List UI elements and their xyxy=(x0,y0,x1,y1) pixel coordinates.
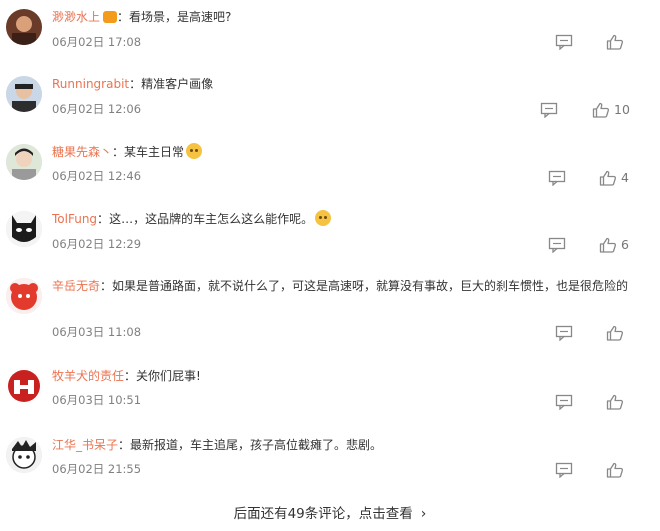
username-link[interactable]: Runningrabit xyxy=(52,77,129,91)
avatar[interactable] xyxy=(6,9,42,45)
comment-time: 06月03日 11:08 xyxy=(52,325,142,339)
comment-icon[interactable] xyxy=(548,237,566,253)
comment-time: 06月02日 21:55 xyxy=(52,462,142,476)
username-link[interactable]: 渺渺水上 xyxy=(52,10,100,24)
comment-icon[interactable] xyxy=(555,394,573,410)
avatar[interactable] xyxy=(6,278,42,314)
comment-line: 牧羊犬的责任：关你们屁事! xyxy=(52,369,201,383)
avatar[interactable] xyxy=(6,144,42,180)
laugh-cry-emoji-icon xyxy=(315,210,332,226)
comment-line: Runningrabit：精准客户画像 xyxy=(52,77,214,91)
comment-text: 关你们屁事! xyxy=(136,369,201,383)
username-link[interactable]: 糖果先森丶 xyxy=(52,145,112,159)
comment-line: 江华_书呆子：最新报道，车主追尾，孩子高位截瘫了。悲剧。 xyxy=(52,438,383,452)
thumbs-up-icon[interactable] xyxy=(606,325,624,341)
username-link[interactable]: 江华_书呆子 xyxy=(52,438,118,452)
username-link[interactable]: 辛岳无奇 xyxy=(52,279,100,293)
comment-time: 06月02日 12:29 xyxy=(52,237,142,251)
comment-line: 辛岳无奇：如果是普通路面，就不说什么了，可这是高速呀，就算没有事故，巨大的刹车惯… xyxy=(52,279,629,293)
comment-icon[interactable] xyxy=(548,170,566,186)
like-count: 4 xyxy=(621,170,629,185)
thumbs-up-icon[interactable] xyxy=(606,34,624,50)
comment-icon[interactable] xyxy=(555,325,573,341)
comment-line: TolFung：这…，这品牌的车主怎么这么能作呢。 xyxy=(52,210,332,228)
thumbs-up-icon[interactable] xyxy=(606,394,624,410)
username-link[interactable]: TolFung xyxy=(52,212,97,226)
avatar[interactable] xyxy=(6,211,42,247)
laugh-cry-emoji-icon xyxy=(186,143,203,159)
comment-line: 糖果先森丶：某车主日常 xyxy=(52,143,203,161)
thumbs-up-icon[interactable] xyxy=(606,462,624,478)
thumbs-up-icon[interactable] xyxy=(599,237,617,253)
chevron-right-icon: › xyxy=(420,506,427,522)
comment-time: 06月03日 10:51 xyxy=(52,393,142,407)
more-comments-link[interactable]: 后面还有49条评论，点击查看 › xyxy=(0,502,660,522)
avatar[interactable] xyxy=(6,437,42,473)
comment-text: 最新报道，车主追尾，孩子高位截瘫了。悲剧。 xyxy=(130,438,383,452)
comment-time: 06月02日 17:08 xyxy=(52,35,142,49)
comment-icon[interactable] xyxy=(555,462,573,478)
more-comments-label: 后面还有49条评论，点击查看 xyxy=(233,506,413,522)
thumbs-up-icon[interactable] xyxy=(599,170,617,186)
avatar[interactable] xyxy=(6,368,42,404)
comment-text: 某车主日常 xyxy=(124,145,185,159)
username-link[interactable]: 牧羊犬的责任 xyxy=(52,369,124,383)
avatar[interactable] xyxy=(6,76,42,112)
like-count: 10 xyxy=(614,102,630,117)
comment-time: 06月02日 12:46 xyxy=(52,169,142,183)
like-count: 6 xyxy=(621,237,629,252)
comment-line: 渺渺水上 ：看场景，是高速吧? xyxy=(52,10,232,24)
comment-text: 精准客户画像 xyxy=(141,77,214,91)
comment-text: 这…，这品牌的车主怎么这么能作呢。 xyxy=(109,212,314,226)
comment-text: 如果是普通路面，就不说什么了，可这是高速呀，就算没有事故，巨大的刹车惯性，也是很… xyxy=(112,279,629,293)
comment-icon[interactable] xyxy=(540,102,558,118)
comment-time: 06月02日 12:06 xyxy=(52,102,142,116)
comment-text: 看场景，是高速吧? xyxy=(129,10,232,24)
thumbs-up-icon[interactable] xyxy=(592,102,610,118)
comment-icon[interactable] xyxy=(555,34,573,50)
vip-badge-icon xyxy=(103,11,118,23)
